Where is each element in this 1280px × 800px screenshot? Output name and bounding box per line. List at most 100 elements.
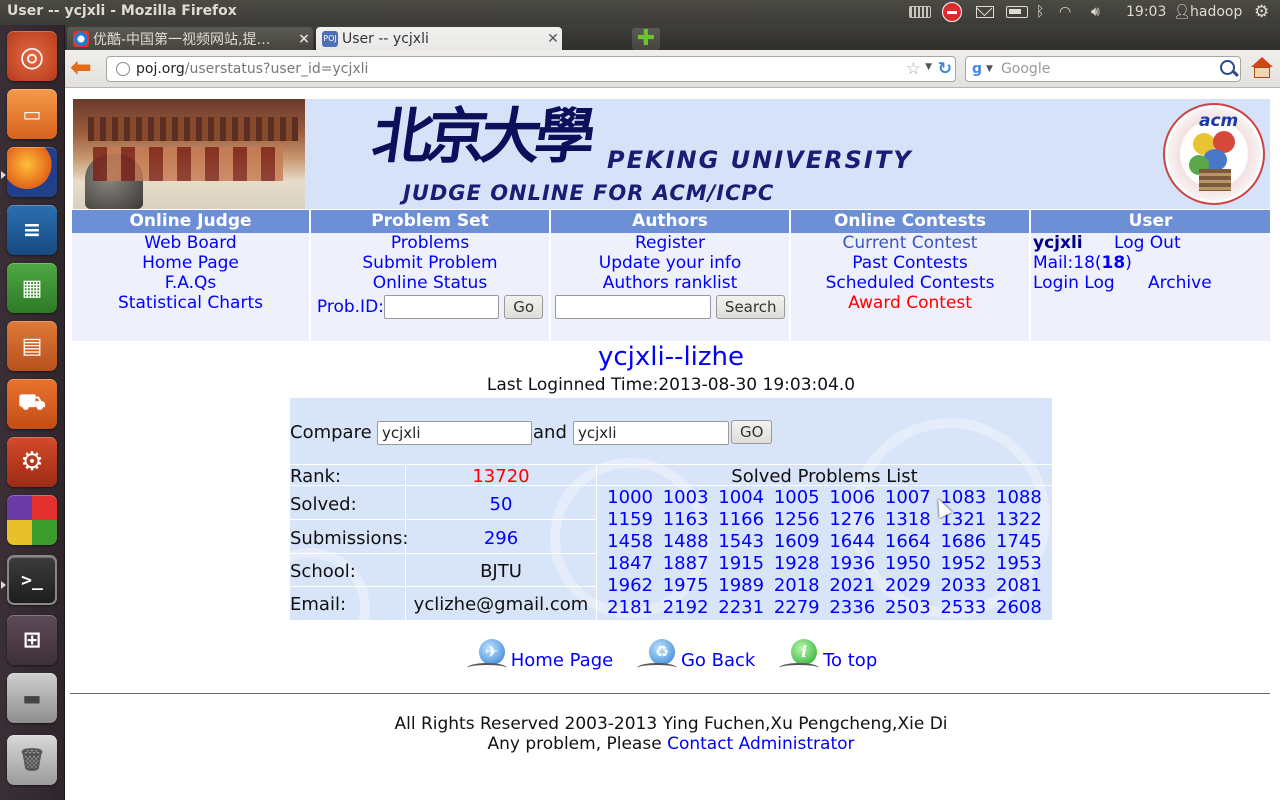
solved-problem-link[interactable]: 2533 [940, 597, 986, 618]
workspace-switcher-icon[interactable]: ⊞ [7, 615, 57, 665]
terminal-icon[interactable]: >_ [7, 555, 57, 605]
current-contest-link[interactable]: Current Contest [791, 233, 1029, 253]
site-identity-icon[interactable] [116, 62, 130, 76]
faqs-link[interactable]: F.A.Qs [72, 273, 309, 293]
compare-go-button[interactable]: GO [731, 420, 773, 444]
username-link[interactable]: ycjxli [1033, 233, 1083, 253]
bluetooth-icon[interactable]: ᛒ [1036, 3, 1044, 21]
workspaces-icon[interactable] [7, 495, 57, 545]
solved-problem-link[interactable]: 1458 [607, 531, 653, 552]
solved-problem-link[interactable]: 1000 [607, 487, 653, 508]
solved-problem-link[interactable]: 1005 [774, 487, 820, 508]
url-bar[interactable]: poj.org/userstatus?user_id=ycjxli ☆ ▼ ↻ [106, 56, 956, 82]
engine-dropdown-icon[interactable]: ▼ [986, 64, 993, 74]
firefox-icon[interactable] [7, 147, 57, 197]
close-tab-icon[interactable]: ✕ [544, 31, 562, 47]
solved-problem-link[interactable]: 1936 [829, 553, 875, 574]
logout-link[interactable]: Log Out [1114, 233, 1181, 253]
drive-icon[interactable]: ▬ [7, 673, 57, 723]
mail-icon[interactable] [976, 3, 994, 21]
solved-problem-link[interactable]: 1318 [885, 509, 931, 530]
solved-problem-link[interactable]: 1887 [663, 553, 709, 574]
solved-problem-link[interactable]: 1488 [663, 531, 709, 552]
solved-problem-link[interactable]: 2608 [996, 597, 1042, 618]
solved-problem-link[interactable]: 1276 [829, 509, 875, 530]
solved-problem-link[interactable]: 2029 [885, 575, 931, 596]
solved-problem-link[interactable]: 2021 [829, 575, 875, 596]
solved-problem-link[interactable]: 1163 [663, 509, 709, 530]
ubuntu-dash-icon[interactable]: ◎ [7, 31, 57, 81]
solved-problem-link[interactable]: 2231 [718, 597, 764, 618]
solved-problem-link[interactable]: 1166 [718, 509, 764, 530]
submissions-value-link[interactable]: 296 [406, 528, 596, 549]
solved-problem-link[interactable]: 1952 [940, 553, 986, 574]
battery-icon[interactable] [1006, 3, 1028, 21]
home-icon[interactable] [1250, 57, 1274, 79]
user-icon[interactable]: 👤︎ [1173, 3, 1191, 21]
solved-problem-link[interactable]: 1915 [718, 553, 764, 574]
history-dropdown-icon[interactable]: ▼ [925, 62, 932, 72]
solved-problem-link[interactable]: 1962 [607, 575, 653, 596]
author-search-input[interactable] [554, 295, 711, 319]
solved-problem-link[interactable]: 1745 [996, 531, 1042, 552]
search-button[interactable]: Search [715, 295, 786, 319]
solved-problem-link[interactable]: 2033 [940, 575, 986, 596]
solved-problem-link[interactable]: 1256 [774, 509, 820, 530]
solved-problem-link[interactable]: 1686 [940, 531, 986, 552]
authors-ranklist-link[interactable]: Authors ranklist [551, 273, 789, 293]
trash-icon[interactable]: 🗑︎ [7, 735, 57, 785]
solved-problem-link[interactable]: 2643 [774, 619, 820, 620]
register-link[interactable]: Register [551, 233, 789, 253]
software-center-icon[interactable]: ⛟ [7, 379, 57, 429]
volume-icon[interactable]: 🔊︎ [1091, 3, 1100, 21]
scheduled-contests-link[interactable]: Scheduled Contests [791, 273, 1029, 293]
new-tab-button[interactable]: ✚ [632, 28, 660, 50]
solved-problem-link[interactable]: 1950 [885, 553, 931, 574]
impress-icon[interactable]: ▤ [7, 321, 57, 371]
files-icon[interactable]: ▭ [7, 89, 57, 139]
bookmark-star-icon[interactable]: ☆ [906, 59, 921, 79]
update-info-link[interactable]: Update your info [551, 253, 789, 273]
solved-problem-link[interactable]: 1159 [607, 509, 653, 530]
user-name[interactable]: hadoop [1190, 3, 1242, 21]
calc-icon[interactable]: ▦ [7, 263, 57, 313]
solved-problem-link[interactable]: 1664 [885, 531, 931, 552]
tab-youku[interactable]: 优酷-中国第一视频网站,提… × [67, 27, 313, 50]
solved-problem-link[interactable]: 1007 [885, 487, 931, 508]
footer-back-link[interactable]: ♻ Go Back [635, 635, 755, 675]
login-log-link[interactable]: Login Log [1033, 273, 1115, 293]
solved-problem-link[interactable]: 1953 [996, 553, 1042, 574]
contact-admin-link[interactable]: Contact Administrator [667, 734, 854, 754]
solved-problem-link[interactable]: 1847 [607, 553, 653, 574]
online-status-link[interactable]: Online Status [311, 273, 549, 293]
solved-problem-link[interactable]: 2192 [663, 597, 709, 618]
stop-icon[interactable] [942, 2, 962, 22]
keyboard-icon[interactable] [909, 3, 931, 21]
wifi-icon[interactable]: ◠ [1059, 3, 1071, 21]
solved-problem-link[interactable]: 1004 [718, 487, 764, 508]
submit-problem-link[interactable]: Submit Problem [311, 253, 549, 273]
solved-value-link[interactable]: 50 [406, 494, 596, 515]
solved-problem-link[interactable]: 2503 [885, 597, 931, 618]
footer-home-link[interactable]: ✈ Home Page [465, 635, 613, 675]
search-bar[interactable]: g ▼ Google [965, 56, 1241, 82]
compare-user-b-input[interactable]: ycjxli [573, 421, 729, 445]
statistical-charts-link[interactable]: Statistical Charts [72, 293, 309, 313]
search-icon[interactable] [1220, 60, 1235, 75]
go-button[interactable]: Go [504, 295, 544, 319]
solved-problem-link[interactable]: 1644 [829, 531, 875, 552]
gear-icon[interactable]: ⚙ [1254, 2, 1269, 22]
solved-problem-link[interactable]: 2081 [996, 575, 1042, 596]
compare-user-a-input[interactable]: ycjxli [377, 421, 532, 445]
reload-icon[interactable]: ↻ [938, 59, 952, 79]
solved-problem-link[interactable]: 1088 [996, 487, 1042, 508]
solved-problem-link[interactable]: 3356 [829, 619, 875, 620]
tab-user-status[interactable]: POJ User -- ycjxli ✕ [316, 27, 562, 50]
solved-problem-link[interactable]: 1989 [718, 575, 764, 596]
problems-link[interactable]: Problems [311, 233, 549, 253]
probid-input[interactable] [383, 295, 499, 319]
solved-problem-link[interactable]: 1006 [829, 487, 875, 508]
google-engine-icon[interactable]: g [972, 61, 982, 77]
home-page-link[interactable]: Home Page [72, 253, 309, 273]
solved-problem-link[interactable]: 1003 [663, 487, 709, 508]
